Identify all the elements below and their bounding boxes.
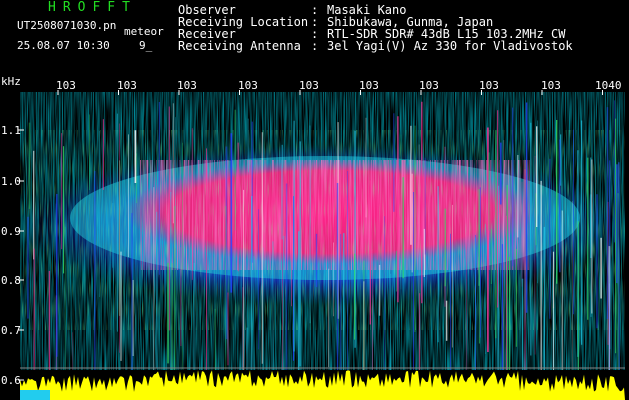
frequency-unit-label: kHz xyxy=(1,75,21,88)
file-name: UT2508071030.pn xyxy=(17,19,117,32)
x-tick-label: 103 xyxy=(299,79,319,92)
x-tick-label: 1040 xyxy=(595,79,622,92)
x-tick-label: 103 xyxy=(117,79,137,92)
y-tick-label: 0.6 xyxy=(1,374,21,387)
power-plot xyxy=(20,367,625,400)
x-tick-label: 103 xyxy=(419,79,439,92)
y-tick-label: 1.1 xyxy=(1,124,21,137)
waterfall-plot xyxy=(20,92,625,372)
hrofft-screen: HROFFT UT2508071030.pn meteor 25.08.07 1… xyxy=(0,0,629,400)
y-tick-label: 0.7 xyxy=(1,324,21,337)
info-value-antenna: 3el Yagi(V) Az 330 for Vladivostok xyxy=(327,39,573,53)
count-label: 9_ xyxy=(139,39,153,52)
waterfall-spectrogram xyxy=(18,90,625,400)
x-tick-label: 103 xyxy=(541,79,561,92)
y-tick-label: 1.0 xyxy=(1,175,21,188)
y-tick-label: 0.9 xyxy=(1,225,21,238)
info-label-antenna: Receiving Antenna xyxy=(178,39,301,53)
x-tick-label: 103 xyxy=(177,79,197,92)
x-tick-label: 103 xyxy=(359,79,379,92)
x-tick-label: 103 xyxy=(479,79,499,92)
x-tick-label: 103 xyxy=(56,79,76,92)
mode-label: meteor xyxy=(124,25,164,38)
datetime-label: 25.08.07 10:30 xyxy=(17,39,110,52)
x-tick-label: 103 xyxy=(238,79,258,92)
info-separator: : xyxy=(311,39,319,53)
y-tick-label: 0.8 xyxy=(1,274,21,287)
app-title: HROFFT xyxy=(48,0,137,15)
